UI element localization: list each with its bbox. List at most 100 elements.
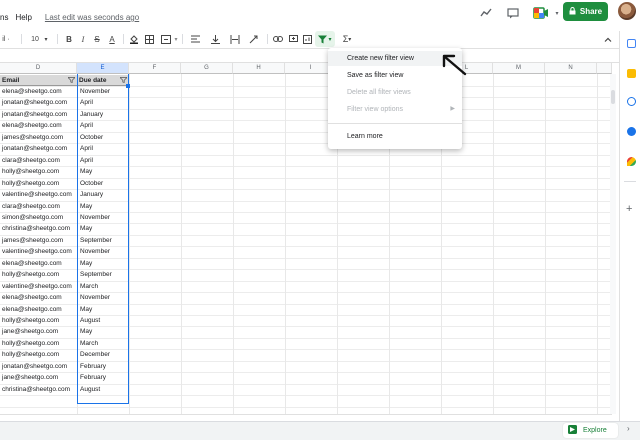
due-date-cell[interactable]: January [78,189,128,200]
email-cell[interactable]: james@sheetgo.com [0,132,77,143]
bold-button[interactable]: B [64,31,74,47]
column-filter-icon[interactable] [118,77,128,84]
email-cell[interactable]: jane@sheetgo.com [0,326,77,337]
email-cell[interactable]: christina@sheetgo.com [0,384,77,395]
strikethrough-button[interactable]: S [92,31,102,47]
comment-icon[interactable] [505,5,521,21]
email-cell[interactable]: christina@sheetgo.com [0,223,77,234]
email-cell[interactable]: holly@sheetgo.com [0,338,77,349]
avatar[interactable] [618,2,636,20]
zoom-control[interactable]: il · [0,31,12,47]
due-date-cell[interactable]: August [78,315,128,326]
column-filter-icon[interactable] [66,77,76,84]
due-date-cell[interactable]: May [78,166,128,177]
email-cell[interactable]: holly@sheetgo.com [0,315,77,326]
horizontal-align-icon[interactable] [188,31,202,47]
due-date-cell[interactable]: May [78,201,128,212]
text-wrap-icon[interactable] [228,31,242,47]
column-header-d[interactable]: D [0,63,77,74]
tasks-icon[interactable] [627,97,636,106]
column-header-e[interactable]: E [77,63,129,74]
keep-icon[interactable] [627,69,636,78]
header-cell-email[interactable]: Email [0,75,77,86]
due-date-cell[interactable]: March [78,281,128,292]
due-date-cell[interactable]: April [78,143,128,154]
due-date-cell[interactable]: March [78,338,128,349]
menu-item-learn-more[interactable]: Learn more [328,129,462,144]
due-date-cell[interactable]: April [78,155,128,166]
filter-button[interactable]: ▾ [315,31,335,47]
email-cell[interactable]: james@sheetgo.com [0,235,77,246]
fill-handle[interactable] [126,84,130,88]
insert-chart-icon[interactable] [301,31,313,47]
formula-bar[interactable] [0,48,620,63]
email-cell[interactable]: elena@sheetgo.com [0,86,77,97]
email-cell[interactable]: valentine@sheetgo.com [0,281,77,292]
borders-icon[interactable] [143,31,155,47]
text-color-button[interactable]: A [106,31,118,47]
contacts-icon[interactable] [627,127,636,136]
email-cell[interactable]: elena@sheetgo.com [0,292,77,303]
italic-button[interactable]: I [78,31,88,47]
due-date-cell[interactable]: May [78,326,128,337]
email-cell[interactable]: elena@sheetgo.com [0,258,77,269]
add-icon[interactable]: + [626,203,632,215]
column-header-g[interactable]: G [181,63,233,74]
trend-icon[interactable] [478,5,494,21]
due-date-cell[interactable]: November [78,246,128,257]
email-cell[interactable]: valentine@sheetgo.com [0,189,77,200]
email-cell[interactable]: holly@sheetgo.com [0,166,77,177]
column-header-n[interactable]: N [545,63,597,74]
due-date-cell[interactable]: November [78,212,128,223]
due-date-cell[interactable]: December [78,349,128,360]
text-rotation-icon[interactable] [247,31,261,47]
email-cell[interactable]: jonatan@sheetgo.com [0,361,77,372]
email-cell[interactable]: clara@sheetgo.com [0,201,77,212]
due-date-cell[interactable]: May [78,223,128,234]
email-cell[interactable]: valentine@sheetgo.com [0,246,77,257]
explore-button[interactable]: Explore [563,423,618,438]
due-date-cell[interactable]: February [78,361,128,372]
due-date-cell[interactable]: August [78,384,128,395]
horizontal-scrollbar[interactable] [0,414,612,421]
email-cell[interactable]: simon@sheetgo.com [0,212,77,223]
due-date-cell[interactable]: May [78,304,128,315]
email-cell[interactable]: clara@sheetgo.com [0,155,77,166]
font-size-field[interactable]: 10 [28,31,42,47]
column-header-m[interactable]: M [493,63,545,74]
due-date-cell[interactable]: November [78,86,128,97]
due-date-cell[interactable]: April [78,120,128,131]
maps-icon[interactable] [627,157,636,166]
font-size-dropdown-icon[interactable]: ▾ [42,31,50,47]
due-date-cell[interactable]: January [78,109,128,120]
vertical-align-icon[interactable] [208,31,222,47]
due-date-cell[interactable]: October [78,178,128,189]
due-date-cell[interactable]: October [78,132,128,143]
column-header-h[interactable]: H [233,63,285,74]
due-date-cell[interactable]: May [78,258,128,269]
email-cell[interactable]: jonatan@sheetgo.com [0,97,77,108]
email-cell[interactable]: jonatan@sheetgo.com [0,143,77,154]
calendar-icon[interactable] [627,39,636,48]
email-cell[interactable]: holly@sheetgo.com [0,349,77,360]
column-header-f[interactable]: F [129,63,181,74]
share-button[interactable]: Share [563,2,608,21]
collapse-toolbar-icon[interactable] [603,31,613,47]
email-cell[interactable]: jane@sheetgo.com [0,372,77,383]
email-cell[interactable]: elena@sheetgo.com [0,120,77,131]
email-cell[interactable]: jonatan@sheetgo.com [0,109,77,120]
vertical-scroll-thumb[interactable] [611,90,615,104]
menu-item-extensions[interactable]: ns [0,13,8,22]
email-cell[interactable]: holly@sheetgo.com [0,269,77,280]
due-date-cell[interactable]: February [78,372,128,383]
link-icon[interactable] [272,31,284,47]
due-date-cell[interactable]: September [78,235,128,246]
due-date-cell[interactable]: November [78,292,128,303]
vertical-scrollbar[interactable] [610,74,616,414]
insert-comment-icon[interactable] [287,31,299,47]
menu-item-help[interactable]: Help [15,13,31,22]
merge-dropdown-icon[interactable]: ▾ [172,31,180,47]
fill-color-icon[interactable] [128,31,140,47]
column-header-partial[interactable] [597,63,612,74]
due-date-cell[interactable]: April [78,97,128,108]
